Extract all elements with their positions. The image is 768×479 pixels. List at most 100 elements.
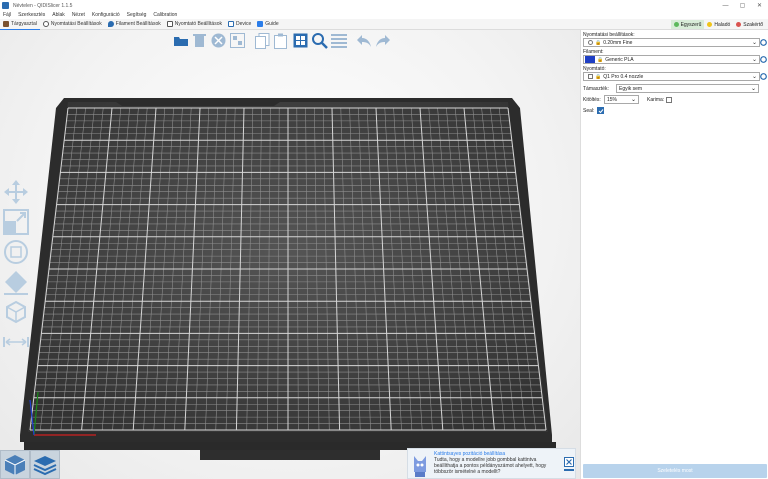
lock-icon: 🔒 bbox=[595, 73, 602, 80]
open-folder-icon[interactable] bbox=[172, 32, 189, 49]
filament-select[interactable]: 🔒 Generic PLA ⌄ bbox=[583, 55, 760, 64]
tab-label: Device bbox=[235, 21, 252, 27]
move-icon[interactable] bbox=[2, 178, 30, 206]
menu-help[interactable]: Segítség bbox=[127, 12, 147, 18]
print-settings-icon bbox=[42, 21, 49, 27]
tab-bar: Tárgyasztal Nyomtatási Beállítások Filam… bbox=[0, 19, 768, 30]
printer-select[interactable]: 🔒 Q1 Pro 0.4 nozzle ⌄ bbox=[583, 72, 760, 81]
delete-all-icon[interactable] bbox=[210, 32, 227, 49]
tab-printer-settings[interactable]: Nyomtató Beállítások bbox=[164, 19, 225, 30]
chevron-down-icon: ⌄ bbox=[751, 40, 757, 46]
search-icon[interactable] bbox=[311, 32, 328, 49]
settings-sidebar: Nyomtatási beállítások: 🔒 0.20mm Fine ⌄ … bbox=[580, 30, 768, 479]
supports-select[interactable]: Egyik sem ⌄ bbox=[616, 84, 759, 93]
minimize-button[interactable]: — bbox=[717, 0, 734, 11]
tab-print-settings[interactable]: Nyomtatási Beállítások bbox=[40, 19, 105, 30]
place-on-face-icon[interactable] bbox=[2, 268, 30, 296]
gear-icon[interactable] bbox=[759, 55, 767, 64]
scale-icon[interactable] bbox=[2, 208, 30, 236]
guide-icon bbox=[257, 21, 264, 27]
seal-checkbox[interactable] bbox=[597, 107, 605, 114]
mode-selector: Egyszerű Haladó Szakértő bbox=[670, 19, 766, 30]
print-settings-value: 0.20mm Fine bbox=[603, 39, 633, 46]
view-toggle-group bbox=[0, 450, 60, 479]
maximize-button[interactable]: ▢ bbox=[734, 0, 751, 11]
chevron-down-icon: ⌄ bbox=[630, 97, 636, 103]
menu-calibration[interactable]: Calibration bbox=[153, 12, 177, 18]
mode-label: Haladó bbox=[714, 21, 731, 28]
tab-plater[interactable]: Tárgyasztal bbox=[0, 19, 40, 30]
chevron-down-icon: ⌄ bbox=[751, 57, 757, 63]
infill-value: 15% bbox=[607, 96, 618, 103]
measure-icon[interactable] bbox=[2, 328, 30, 356]
tab-label: Tárgyasztal bbox=[11, 20, 37, 27]
mascot-icon bbox=[408, 449, 432, 479]
tab-label: Nyomtató Beállítások bbox=[174, 21, 222, 27]
gear-icon[interactable] bbox=[759, 72, 767, 81]
arrange-icon[interactable] bbox=[229, 32, 246, 49]
mode-label: Egyszerű bbox=[680, 21, 702, 28]
filament-value: Generic PLA bbox=[605, 56, 634, 63]
tab-label: Nyomtatási Beállítások bbox=[50, 21, 102, 27]
menu-view[interactable]: Nézet bbox=[72, 12, 85, 18]
close-button[interactable]: ✕ bbox=[751, 0, 768, 11]
window-title: Névtelen - QIDISlicer 1.1.5 bbox=[13, 2, 73, 9]
settings-icon bbox=[588, 40, 593, 45]
layers-list-icon[interactable] bbox=[330, 32, 347, 49]
print-settings-select[interactable]: 🔒 0.20mm Fine ⌄ bbox=[583, 38, 760, 47]
redo-icon[interactable] bbox=[374, 32, 391, 49]
infill-label: Kitöltés: bbox=[583, 96, 601, 103]
tab-label: Filament Beállítások bbox=[115, 21, 161, 27]
tab-label: Guide bbox=[265, 21, 279, 27]
mode-expert[interactable]: Szakértő bbox=[733, 20, 766, 29]
checkmark-icon bbox=[598, 108, 604, 113]
undo-icon[interactable] bbox=[355, 32, 372, 49]
rotate-icon[interactable] bbox=[2, 238, 30, 266]
supports-label: Támaszték: bbox=[583, 85, 609, 92]
slice-now-button[interactable]: Szeletelés most bbox=[583, 464, 767, 478]
paste-icon[interactable] bbox=[273, 32, 290, 49]
mode-label: Szakértő bbox=[743, 21, 763, 28]
filament-icon bbox=[107, 21, 114, 27]
close-icon[interactable] bbox=[564, 456, 574, 467]
lock-icon: 🔒 bbox=[595, 39, 602, 46]
plater-icon bbox=[3, 20, 9, 27]
supports-value: Egyik sem bbox=[619, 85, 643, 92]
mode-dot-icon bbox=[707, 22, 713, 27]
mode-dot-icon bbox=[736, 22, 742, 27]
mode-dot-icon bbox=[673, 22, 679, 27]
menu-file[interactable]: Fájl bbox=[3, 12, 11, 18]
tab-guide[interactable]: Guide bbox=[254, 19, 281, 30]
brim-label: Karima: bbox=[647, 96, 665, 103]
filament-color-swatch[interactable] bbox=[585, 56, 595, 63]
3d-view-button[interactable] bbox=[0, 450, 30, 479]
3d-viewport[interactable]: Kattintsayes pozitáció beállítása Tudta,… bbox=[0, 30, 580, 479]
brim-checkbox[interactable] bbox=[666, 96, 673, 103]
cut-icon[interactable] bbox=[2, 298, 30, 326]
copy-icon[interactable] bbox=[254, 32, 271, 49]
cube-view-icon bbox=[4, 454, 26, 475]
infill-select[interactable]: 15% ⌄ bbox=[604, 95, 639, 104]
left-toolbar bbox=[2, 178, 30, 358]
menu-edit[interactable]: Szerkesztés bbox=[18, 12, 45, 18]
tab-device[interactable]: Device bbox=[225, 19, 254, 30]
preview-button[interactable] bbox=[30, 450, 60, 479]
gear-icon[interactable] bbox=[759, 38, 767, 47]
title-bar: Névtelen - QIDISlicer 1.1.5 — ▢ ✕ bbox=[0, 0, 768, 11]
printer-icon bbox=[588, 74, 593, 79]
menu-configuration[interactable]: Konfiguráció bbox=[92, 12, 120, 18]
seal-label: Seal: bbox=[583, 107, 595, 114]
window-controls: — ▢ ✕ bbox=[717, 0, 768, 11]
tab-filament-settings[interactable]: Filament Beállítások bbox=[105, 19, 164, 30]
device-icon bbox=[227, 21, 234, 27]
chevron-down-icon: ⌄ bbox=[750, 86, 756, 92]
print-bed bbox=[20, 98, 556, 460]
layout-icon[interactable] bbox=[292, 32, 309, 49]
app-logo-icon bbox=[2, 2, 9, 9]
hint-notification: Kattintsayes pozitáció beállítása Tudta,… bbox=[407, 448, 576, 479]
menu-window[interactable]: Ablak bbox=[52, 12, 65, 18]
mode-advanced[interactable]: Haladó bbox=[704, 20, 733, 29]
mode-simple[interactable]: Egyszerű bbox=[670, 20, 705, 29]
layers-view-icon bbox=[33, 455, 57, 475]
delete-icon[interactable] bbox=[191, 32, 208, 49]
